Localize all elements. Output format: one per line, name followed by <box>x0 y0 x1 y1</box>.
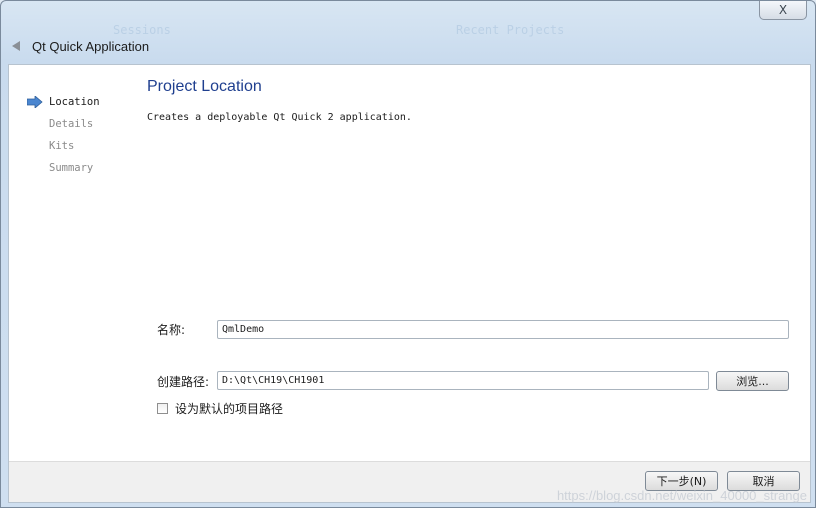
step-details[interactable]: Details <box>9 113 139 135</box>
default-path-checkbox[interactable] <box>157 403 168 414</box>
current-step-arrow-icon <box>26 95 43 111</box>
back-icon[interactable] <box>9 39 23 53</box>
close-button[interactable]: X <box>759 1 807 20</box>
path-label: 创建路径: <box>157 375 210 389</box>
default-path-label: 设为默认的项目路径 <box>175 402 284 416</box>
wizard-window: Sessions Recent Projects X Qt Quick Appl… <box>0 0 816 508</box>
wizard-steps: Location Details Kits Summary <box>9 91 139 179</box>
step-label: Kits <box>49 140 75 152</box>
name-input[interactable] <box>217 320 789 339</box>
page-description: Creates a deployable Qt Quick 2 applicat… <box>147 112 412 123</box>
step-label: Summary <box>49 162 94 174</box>
path-input[interactable] <box>217 371 709 390</box>
step-label: Location <box>49 96 100 108</box>
path-row: 创建路径: <box>157 373 209 390</box>
step-label: Details <box>49 118 94 130</box>
watermark-text: https://blog.csdn.net/weixin_40000_stran… <box>556 488 807 503</box>
step-kits[interactable]: Kits <box>9 135 139 157</box>
wizard-content: Location Details Kits Summary Project Lo… <box>8 64 811 503</box>
title-bar: Qt Quick Application <box>9 36 149 56</box>
main-panel: Project Location Creates a deployable Qt… <box>147 65 810 502</box>
name-row: 名称: <box>157 321 185 338</box>
step-summary[interactable]: Summary <box>9 157 139 179</box>
browse-button[interactable]: 浏览... <box>716 371 789 391</box>
close-icon: X <box>778 3 788 17</box>
step-location[interactable]: Location <box>9 91 139 113</box>
background-sessions-text: Sessions <box>113 23 171 37</box>
window-title: Qt Quick Application <box>32 38 150 54</box>
background-recent-projects-text: Recent Projects <box>456 23 565 37</box>
default-path-row[interactable]: 设为默认的项目路径 <box>157 400 283 417</box>
name-label: 名称: <box>157 323 186 337</box>
page-title: Project Location <box>147 78 262 95</box>
